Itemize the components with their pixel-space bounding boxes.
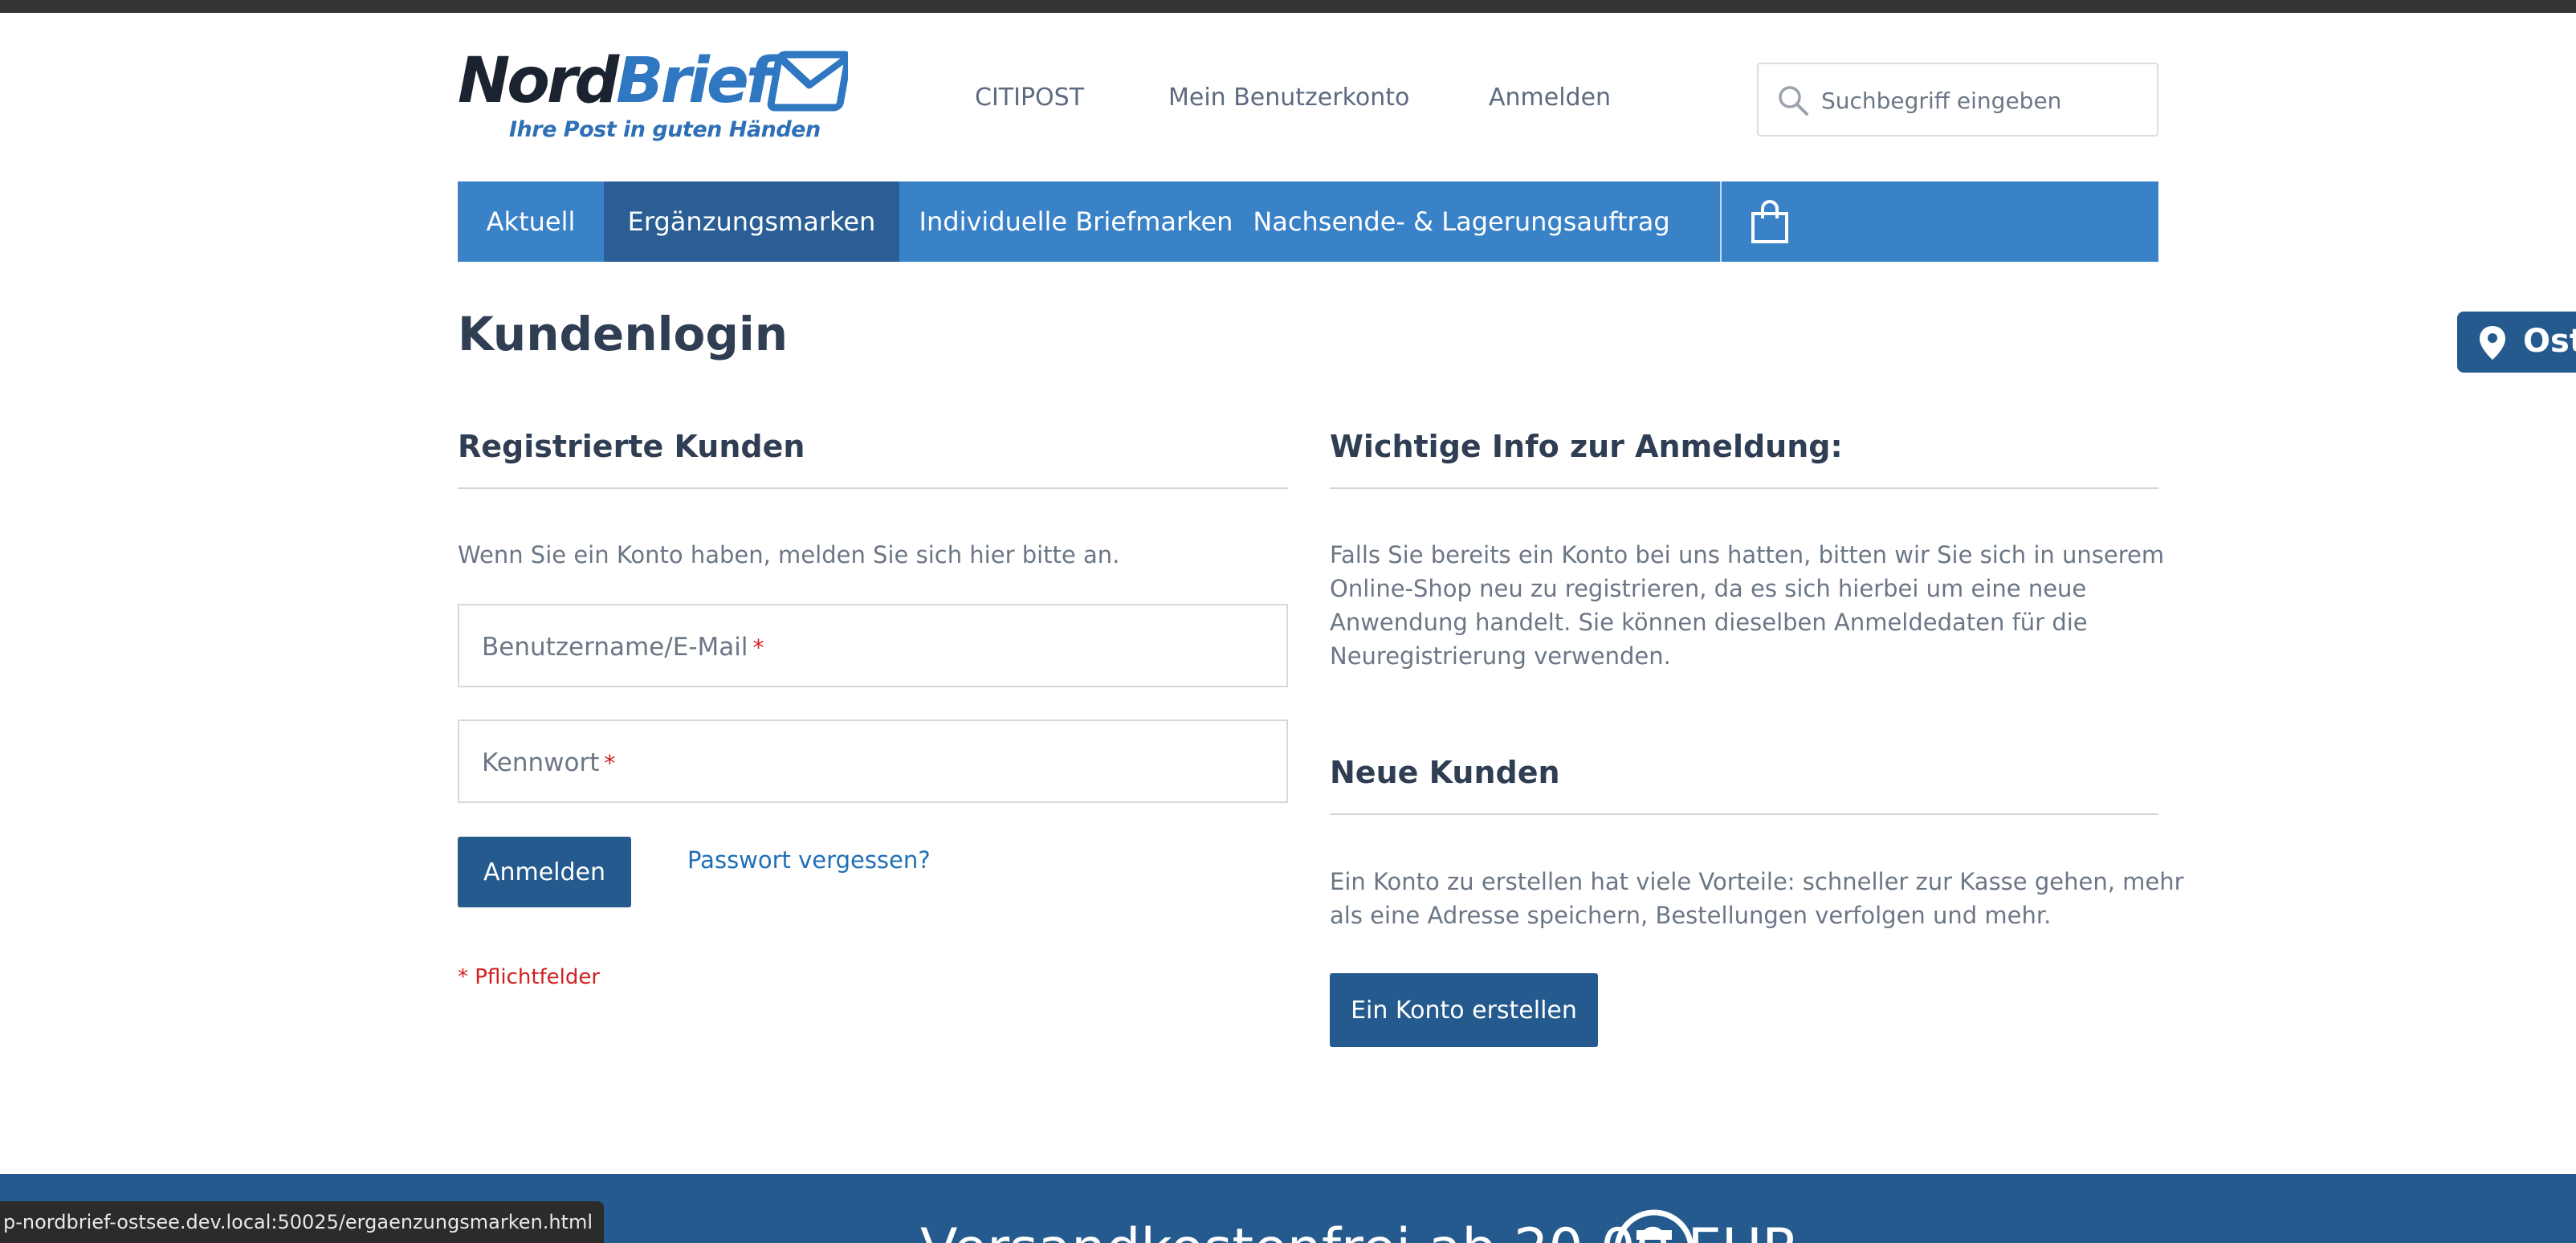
header-link-account[interactable]: Mein Benutzerkonto xyxy=(1168,84,1409,112)
location-tab[interactable]: Ost xyxy=(2457,312,2576,373)
required-mark: * xyxy=(604,750,616,776)
nav-item-ergaenzungsmarken[interactable]: Ergänzungsmarken xyxy=(604,181,899,262)
section-divider xyxy=(458,487,1288,489)
logo-wordmark: NordBrief xyxy=(458,45,773,117)
login-info-text: Falls Sie bereits ein Konto bei uns hatt… xyxy=(1330,538,2165,673)
registered-customers-title: Registrierte Kunden xyxy=(458,429,805,464)
envelope-icon xyxy=(767,51,848,112)
nav-item-nachsendeauftrag[interactable]: Nachsende- & Lagerungsauftrag xyxy=(1253,181,1670,262)
forgot-password-link[interactable]: Passwort vergessen? xyxy=(687,846,931,874)
login-button[interactable]: Anmelden xyxy=(458,837,631,907)
login-info-line: Online-Shop neu zu registrieren, da es s… xyxy=(1330,575,2087,602)
login-info-line: Falls Sie bereits ein Konto bei uns hatt… xyxy=(1330,541,2165,569)
section-divider xyxy=(1330,487,2158,489)
location-tab-label: Ost xyxy=(2523,323,2576,360)
cart-button[interactable] xyxy=(1722,181,2158,262)
username-label: Benutzername/E-Mail * xyxy=(482,633,764,662)
page-title: Kundenlogin xyxy=(458,307,789,361)
header-link-citipost[interactable]: CITIPOST xyxy=(975,84,1084,112)
delivery-icon xyxy=(1615,1209,1694,1243)
required-mark: * xyxy=(752,634,764,661)
header-link-login[interactable]: Anmelden xyxy=(1489,84,1611,112)
new-customers-line: Ein Konto zu erstellen hat viele Vorteil… xyxy=(1330,868,2184,895)
login-info-title: Wichtige Info zur Anmeldung: xyxy=(1330,429,1843,464)
nordbrief-logo[interactable]: NordBrief Ihre Post in guten Händen xyxy=(458,47,848,148)
section-divider xyxy=(1330,813,2158,815)
login-info-line: Anwendung handelt. Sie können dieselben … xyxy=(1330,609,2088,636)
browser-top-strip xyxy=(0,0,2576,13)
search-icon[interactable] xyxy=(1775,82,1812,119)
password-label: Kennwort * xyxy=(482,748,616,777)
map-pin-icon xyxy=(2480,326,2505,360)
search-box xyxy=(1757,63,2158,137)
new-customers-line: als eine Adresse speichern, Bestellungen… xyxy=(1330,902,2052,929)
required-fields-note: * Pflichtfelder xyxy=(458,965,601,989)
search-input[interactable] xyxy=(1821,80,2142,120)
browser-status-url: p-nordbrief-ostsee.dev.local:50025/ergae… xyxy=(0,1201,605,1243)
main-navigation: Aktuell Ergänzungsmarken Individuelle Br… xyxy=(458,181,2158,262)
shopping-bag-icon xyxy=(1751,200,1788,243)
login-intro-text: Wenn Sie ein Konto haben, melden Sie sic… xyxy=(458,541,1120,569)
nav-item-aktuell[interactable]: Aktuell xyxy=(458,181,604,262)
password-field[interactable]: Kennwort * xyxy=(458,719,1288,803)
nav-item-individuelle-briefmarken[interactable]: Individuelle Briefmarken xyxy=(899,181,1253,262)
create-account-button[interactable]: Ein Konto erstellen xyxy=(1330,973,1598,1047)
logo-slogan: Ihre Post in guten Händen xyxy=(509,117,821,142)
login-info-line: Neuregistrierung verwenden. xyxy=(1330,642,1671,670)
new-customers-text: Ein Konto zu erstellen hat viele Vorteil… xyxy=(1330,865,2184,932)
new-customers-title: Neue Kunden xyxy=(1330,755,1560,790)
username-field[interactable]: Benutzername/E-Mail * xyxy=(458,604,1288,687)
